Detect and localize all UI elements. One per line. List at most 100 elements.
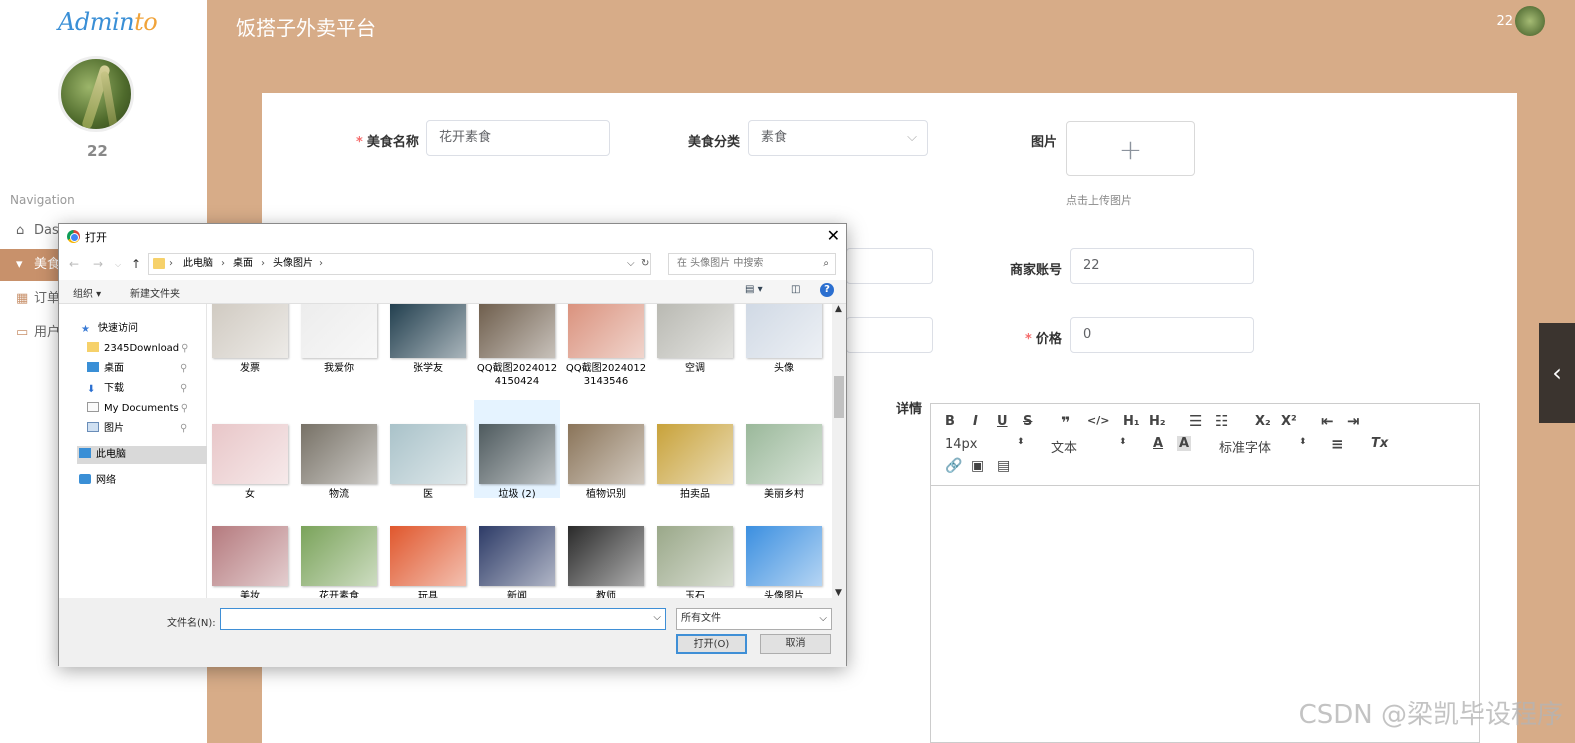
font-color-icon[interactable]: A bbox=[1153, 436, 1163, 451]
hidden-input-1[interactable] bbox=[846, 248, 933, 284]
italic-icon[interactable]: I bbox=[973, 414, 978, 429]
food-name-input[interactable]: 花开素食 bbox=[426, 120, 610, 156]
address-dropdown-icon[interactable]: ⌵ bbox=[627, 254, 635, 274]
file-item[interactable]: 空调 bbox=[652, 304, 738, 375]
new-folder-button[interactable]: 新建文件夹 bbox=[130, 285, 180, 300]
file-item[interactable]: 美妆 bbox=[207, 526, 293, 598]
file-item[interactable]: 植物识别 bbox=[563, 424, 649, 501]
superscript-icon[interactable]: X² bbox=[1281, 414, 1297, 429]
tree-network[interactable]: 网络 bbox=[79, 472, 116, 490]
file-item[interactable]: 花开素食 bbox=[296, 526, 382, 598]
header-avatar[interactable] bbox=[1515, 6, 1545, 36]
back-icon[interactable]: ← bbox=[69, 257, 79, 271]
file-item[interactable]: 我爱你 bbox=[296, 304, 382, 375]
ordered-list-icon[interactable]: ☰ bbox=[1189, 412, 1202, 430]
cancel-button[interactable]: 取消 bbox=[760, 634, 831, 654]
tree-desktop[interactable]: 桌面 ⚲ bbox=[87, 360, 187, 378]
heading1-icon[interactable]: H₁ bbox=[1123, 414, 1140, 429]
strike-icon[interactable]: S bbox=[1023, 414, 1032, 429]
clear-format-icon[interactable]: Tx bbox=[1371, 436, 1388, 451]
breadcrumb-this-pc[interactable]: 此电脑 bbox=[183, 254, 213, 274]
file-name: 发票 bbox=[240, 363, 260, 374]
avatar[interactable] bbox=[58, 56, 134, 132]
scroll-thumb[interactable] bbox=[834, 376, 844, 418]
image-upload-button[interactable]: + bbox=[1066, 121, 1195, 176]
watermark: CSDN @梁凯毕设程序 bbox=[1298, 700, 1563, 730]
breadcrumb-desktop[interactable]: 桌面 bbox=[233, 254, 253, 274]
tree-quick-access[interactable]: ★ 快速访问 bbox=[81, 320, 138, 338]
file-item[interactable]: 教师 bbox=[563, 526, 649, 598]
star-icon: ★ bbox=[81, 324, 90, 335]
organize-button[interactable]: 组织 ▾ bbox=[73, 285, 101, 300]
search-input[interactable]: 在 头像图片 中搜索 ⌕ bbox=[668, 253, 836, 275]
card-icon: ▭ bbox=[16, 325, 29, 340]
forward-icon[interactable]: → bbox=[93, 257, 103, 271]
image-icon[interactable]: ▣ bbox=[971, 458, 984, 474]
file-item[interactable]: 张学友 bbox=[385, 304, 471, 375]
view-options-icon[interactable]: ▤ ▾ bbox=[745, 284, 763, 295]
file-item[interactable]: 拍卖品 bbox=[652, 424, 738, 501]
breadcrumb-avatar-images[interactable]: 头像图片 bbox=[273, 254, 313, 274]
tree-2345download[interactable]: 2345Download ⚲ bbox=[87, 340, 188, 358]
logo[interactable]: Adminto bbox=[58, 8, 158, 36]
tree-downloads[interactable]: ⬇ 下载 ⚲ bbox=[87, 380, 187, 398]
up-icon[interactable]: ↑ bbox=[131, 257, 141, 271]
link-icon[interactable]: 🔗 bbox=[945, 458, 962, 474]
subscript-icon[interactable]: X₂ bbox=[1255, 414, 1271, 429]
dialog-titlebar[interactable]: 打开 ✕ bbox=[59, 224, 846, 250]
code-icon[interactable]: </> bbox=[1087, 414, 1109, 427]
video-icon[interactable]: ▤ bbox=[997, 458, 1010, 474]
hidden-input-2[interactable] bbox=[846, 317, 933, 353]
file-item[interactable]: 美丽乡村 bbox=[741, 424, 827, 501]
file-grid-scrollbar[interactable]: ▲ ▼ bbox=[832, 304, 846, 598]
pin-icon: ⚲ bbox=[180, 403, 189, 414]
file-item[interactable]: QQ截图20240124150424 bbox=[474, 304, 560, 388]
file-item[interactable]: 新闻 bbox=[474, 526, 560, 598]
text-type-select[interactable]: 文本 bbox=[1051, 437, 1077, 456]
heading2-icon[interactable]: H₂ bbox=[1149, 414, 1166, 429]
grid-icon: ▦ bbox=[16, 291, 29, 306]
file-item[interactable]: 玩具 bbox=[385, 526, 471, 598]
filename-label: 文件名(N): bbox=[167, 618, 216, 629]
align-icon[interactable]: ≡ bbox=[1331, 435, 1344, 453]
dialog-footer: 文件名(N): ⌵ 所有文件 ⌵ 打开(O) 取消 bbox=[59, 598, 846, 667]
file-item[interactable]: 女 bbox=[207, 424, 293, 501]
tree-pictures[interactable]: 图片 ⚲ bbox=[87, 420, 187, 438]
refresh-icon[interactable]: ↻ bbox=[641, 254, 649, 274]
preview-pane-icon[interactable]: ◫ bbox=[791, 284, 800, 295]
indent-icon[interactable]: ⇥ bbox=[1347, 412, 1360, 430]
file-item[interactable]: 头像 bbox=[741, 304, 827, 375]
tree-my-documents[interactable]: My Documents ⚲ bbox=[87, 400, 188, 418]
quote-icon[interactable]: ❞ bbox=[1061, 413, 1070, 432]
price-input[interactable]: 0 bbox=[1070, 317, 1254, 353]
close-icon[interactable]: ✕ bbox=[827, 226, 840, 245]
bold-icon[interactable]: B bbox=[945, 414, 955, 429]
recent-dropdown-icon[interactable]: ⌵ bbox=[115, 260, 121, 270]
file-item[interactable]: 医 bbox=[385, 424, 471, 501]
filename-input[interactable]: ⌵ bbox=[220, 608, 666, 630]
file-item[interactable]: 玉石 bbox=[652, 526, 738, 598]
outdent-icon[interactable]: ⇤ bbox=[1321, 412, 1334, 430]
tree-this-pc[interactable]: 此电脑 bbox=[77, 446, 207, 464]
help-icon[interactable]: ? bbox=[820, 283, 834, 297]
file-item[interactable]: 垃圾 (2) bbox=[474, 400, 560, 500]
file-item[interactable]: 物流 bbox=[296, 424, 382, 501]
food-category-select[interactable]: 素食 ⌵ bbox=[748, 120, 928, 156]
filetype-select[interactable]: 所有文件 ⌵ bbox=[676, 608, 832, 630]
underline-icon[interactable]: U bbox=[997, 414, 1008, 429]
folder-icon bbox=[87, 342, 99, 352]
scroll-up-icon[interactable]: ▲ bbox=[835, 304, 842, 314]
open-button[interactable]: 打开(O) bbox=[676, 634, 747, 654]
scroll-down-icon[interactable]: ▼ bbox=[835, 588, 842, 598]
file-item[interactable]: QQ截图20240123143546 bbox=[563, 304, 649, 388]
collapse-panel-button[interactable]: ‹ bbox=[1539, 323, 1575, 423]
font-size-select[interactable]: 14px bbox=[945, 437, 978, 452]
address-box[interactable]: › 此电脑 › 桌面 › 头像图片 › ⌵ ↻ bbox=[148, 253, 651, 275]
font-family-select[interactable]: 标准字体 bbox=[1219, 437, 1271, 456]
header-user-name[interactable]: 22 bbox=[1496, 14, 1513, 29]
merchant-account-input[interactable]: 22 bbox=[1070, 248, 1254, 284]
file-item[interactable]: 发票 bbox=[207, 304, 293, 375]
file-item[interactable]: 头像图片 bbox=[741, 526, 827, 598]
background-color-icon[interactable]: A bbox=[1177, 436, 1192, 451]
bullet-list-icon[interactable]: ☷ bbox=[1215, 412, 1228, 430]
